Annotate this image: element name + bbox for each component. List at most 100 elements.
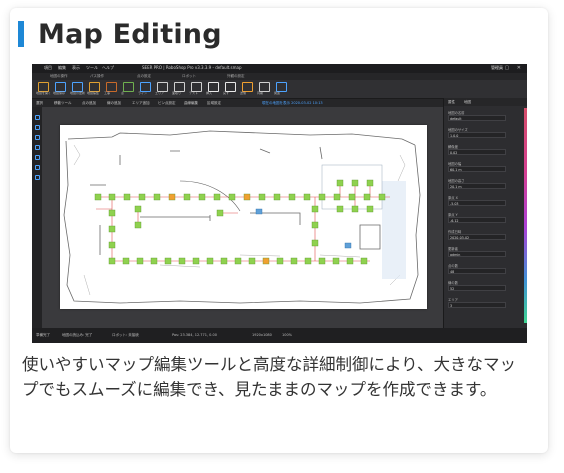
menu-item[interactable]: ツール (86, 65, 98, 71)
map-node[interactable] (168, 193, 176, 201)
robot-marker[interactable] (255, 208, 263, 215)
area-tool-icon[interactable] (34, 155, 40, 160)
map-node[interactable] (94, 193, 102, 201)
tool-button[interactable]: 区域設定 (207, 101, 221, 106)
map-canvas-area[interactable] (42, 107, 443, 328)
tool-button[interactable]: 曲線編集 (184, 101, 198, 106)
map-node[interactable] (318, 193, 326, 201)
property-value[interactable]: 60.1 m (448, 166, 506, 172)
map-node[interactable] (243, 193, 251, 201)
map-node[interactable] (206, 257, 214, 265)
map-node[interactable] (108, 209, 116, 217)
map-node[interactable] (318, 257, 326, 265)
map-node[interactable] (216, 209, 224, 217)
robot-marker[interactable] (344, 242, 352, 249)
map-node[interactable] (136, 257, 144, 265)
tool-button[interactable]: 選択 (36, 101, 43, 106)
map-node[interactable] (153, 193, 161, 201)
tab-properties[interactable]: 属性 (448, 100, 455, 105)
map-node[interactable] (108, 241, 116, 249)
tool-button[interactable]: 点の追加 (82, 101, 96, 106)
map-node[interactable] (276, 257, 284, 265)
map-node[interactable] (366, 179, 374, 187)
tab-map[interactable]: 地図 (464, 100, 471, 105)
tool-button[interactable]: エリア追加 (132, 101, 150, 106)
map-node[interactable] (108, 257, 116, 265)
property-value[interactable]: 48 (448, 268, 506, 274)
map-node[interactable] (333, 193, 341, 201)
map-drawing[interactable] (60, 125, 427, 309)
tool-button[interactable]: ビン点設定 (158, 101, 176, 106)
map-node[interactable] (123, 193, 131, 201)
map-node[interactable] (134, 205, 142, 213)
map-node[interactable] (311, 239, 319, 247)
map-area-region[interactable] (321, 164, 383, 210)
ribbon-button-icon[interactable] (123, 82, 134, 92)
map-node[interactable] (248, 257, 256, 265)
map-node[interactable] (108, 193, 116, 201)
menu-item[interactable]: 表示 (72, 65, 80, 71)
map-node[interactable] (122, 257, 130, 265)
ribbon-groups: 地図の操作 パス操作 点の設定 ロボット 外観の設定 (32, 73, 527, 80)
map-node[interactable] (273, 193, 281, 201)
curve-tool-icon[interactable] (34, 165, 40, 170)
property-value[interactable]: 2020-03-02 (448, 234, 506, 240)
map-node[interactable] (108, 225, 116, 233)
map-node[interactable] (288, 193, 296, 201)
window-title: SEER PRO | RoboShop Pro v3.3.3.9 - defau… (142, 65, 242, 70)
window-controls[interactable]: – ▢ ✕ (494, 65, 524, 71)
map-node[interactable] (234, 257, 242, 265)
map-node[interactable] (346, 257, 354, 265)
map-node[interactable] (183, 193, 191, 201)
property-value[interactable]: -6.12 (448, 217, 506, 223)
map-node[interactable] (198, 193, 206, 201)
map-node[interactable] (258, 193, 266, 201)
property-value[interactable]: 3 (448, 302, 506, 308)
map-node[interactable] (228, 193, 236, 201)
map-node[interactable] (213, 193, 221, 201)
menu-item[interactable]: 項目 (44, 65, 52, 71)
property-value[interactable]: -5.03 (448, 200, 506, 206)
map-node[interactable] (351, 205, 359, 213)
map-node[interactable] (348, 193, 356, 201)
map-area-region[interactable] (382, 181, 406, 279)
property-value[interactable]: 0.02 (448, 149, 506, 155)
map-sheet[interactable] (60, 125, 427, 309)
property-value[interactable]: admin (448, 251, 506, 257)
erase-tool-icon[interactable] (34, 175, 40, 180)
map-node[interactable] (150, 257, 158, 265)
property-value[interactable]: default (448, 115, 506, 121)
map-node[interactable] (363, 193, 371, 201)
map-node[interactable] (311, 221, 319, 229)
map-node[interactable] (134, 221, 142, 229)
map-node[interactable] (311, 205, 319, 213)
map-node[interactable] (332, 257, 340, 265)
map-node[interactable] (178, 257, 186, 265)
map-node[interactable] (138, 193, 146, 201)
map-node[interactable] (303, 193, 311, 201)
tool-button[interactable]: 線の追加 (107, 101, 121, 106)
tool-button[interactable]: 移動ツール (54, 101, 72, 106)
map-node[interactable] (290, 257, 298, 265)
map-node[interactable] (220, 257, 228, 265)
map-node[interactable] (378, 193, 386, 201)
property-value[interactable]: 20.1 m (448, 183, 506, 189)
map-node[interactable] (262, 257, 270, 265)
map-node[interactable] (366, 205, 374, 213)
property-value[interactable]: 1.0.0 (448, 132, 506, 138)
map-node[interactable] (360, 257, 368, 265)
map-node[interactable] (192, 257, 200, 265)
map-node[interactable] (304, 257, 312, 265)
line-tool-icon[interactable] (34, 145, 40, 150)
properties-panel: 属性 地図 地図の名前 default 地図のサイズ 1.0.0 解像度 0.02 地図の幅… (443, 98, 527, 328)
move-tool-icon[interactable] (34, 125, 40, 130)
select-tool-icon[interactable] (34, 115, 40, 120)
point-tool-icon[interactable] (34, 135, 40, 140)
map-node[interactable] (351, 179, 359, 187)
property-value[interactable]: 52 (448, 285, 506, 291)
menu-item[interactable]: ヘルプ (102, 65, 114, 71)
map-node[interactable] (336, 179, 344, 187)
menu-item[interactable]: 編集 (58, 65, 66, 71)
map-node[interactable] (336, 205, 344, 213)
map-node[interactable] (164, 257, 172, 265)
